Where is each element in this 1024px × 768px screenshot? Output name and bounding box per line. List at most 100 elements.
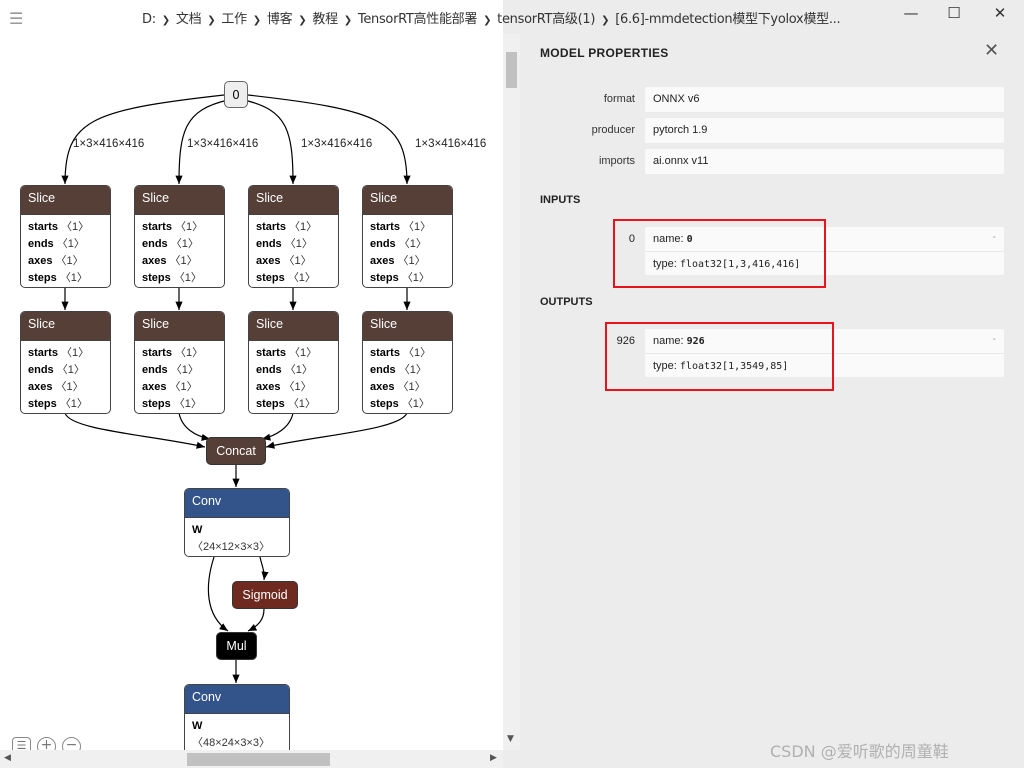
- title-bar: ☰ D: ❯ 文档 ❯ 工作 ❯ 博客 ❯ 教程 ❯ TensorRT高性能部署 ❯ tensorRT高…: [0, 0, 1024, 34]
- hamburger-icon[interactable]: ☰: [9, 9, 23, 28]
- breadcrumb-item[interactable]: 工作: [221, 12, 247, 27]
- attribute-name: ends: [28, 238, 54, 250]
- edge: [265, 412, 408, 449]
- property-value[interactable]: ai.onnx v11: [645, 149, 1004, 174]
- attribute-name: ends: [28, 364, 54, 376]
- property-value[interactable]: pytorch 1.9: [645, 118, 1004, 143]
- edge-label: 1×3×416×416: [187, 138, 259, 150]
- node-attribute: W 〈24×12×3×3〉: [192, 522, 282, 556]
- breadcrumb-item[interactable]: [6.6]-mmdetection模型下yolox模型...: [615, 12, 840, 27]
- attribute-value: 〈1〉: [173, 272, 202, 284]
- node-attributes: W 〈24×12×3×3〉B 〈24〉: [185, 517, 289, 557]
- attribute-value: 〈1〉: [284, 364, 313, 376]
- node-attribute: B 〈24〉: [192, 556, 282, 557]
- attribute-value: 〈1〉: [55, 381, 84, 393]
- conv-node[interactable]: ConvW 〈48×24×3×3〉B 〈48〉: [184, 684, 290, 750]
- node-title: Slice: [135, 312, 224, 340]
- node-attributes: starts 〈1〉 ends 〈1〉 axes 〈1〉 steps 〈1〉: [363, 340, 452, 413]
- chevron-right-icon: ❯: [483, 15, 492, 26]
- attribute-value: 〈48×24×3×3〉: [192, 737, 270, 749]
- node-attribute: axes 〈1〉: [256, 253, 331, 270]
- breadcrumb-item[interactable]: 文档: [176, 12, 202, 27]
- attribute-name: axes: [256, 255, 281, 267]
- attribute-name: steps: [256, 272, 285, 284]
- breadcrumb-item[interactable]: 博客: [267, 12, 293, 27]
- attribute-value: 〈1〉: [283, 381, 312, 393]
- node-attribute: steps 〈1〉: [142, 396, 217, 413]
- slice-node[interactable]: Slice starts 〈1〉 ends 〈1〉 axes 〈1〉 steps 〈1〉: [362, 185, 453, 288]
- breadcrumb-item[interactable]: 教程: [312, 12, 338, 27]
- scroll-down-icon[interactable]: ▼: [507, 734, 514, 744]
- node-attribute: axes 〈1〉: [370, 253, 445, 270]
- chevron-right-icon: ❯: [252, 15, 261, 26]
- attribute-name: steps: [256, 398, 285, 410]
- node-attribute: axes 〈1〉: [28, 379, 103, 396]
- zoom-out-icon[interactable]: −: [62, 737, 81, 750]
- zoom-in-icon[interactable]: +: [37, 737, 56, 750]
- slice-node[interactable]: Slice starts 〈1〉 ends 〈1〉 axes 〈1〉 steps 〈1〉: [20, 185, 111, 288]
- attribute-value: 〈1〉: [287, 398, 316, 410]
- attribute-value: 〈1〉: [61, 221, 90, 233]
- node-attribute: axes 〈1〉: [256, 379, 331, 396]
- sigmoid-node[interactable]: Sigmoid: [232, 581, 298, 609]
- watermark: CSDN @爱听歌的周童鞋: [770, 742, 949, 761]
- attribute-name: steps: [370, 398, 399, 410]
- node-attribute: steps 〈1〉: [142, 270, 217, 287]
- node-attribute: ends 〈1〉: [28, 236, 103, 253]
- slice-node[interactable]: Slice starts 〈1〉 ends 〈1〉 axes 〈1〉 steps 〈1〉: [134, 185, 225, 288]
- list-icon[interactable]: ☰: [12, 737, 31, 750]
- attribute-value: 〈1〉: [398, 238, 427, 250]
- concat-node[interactable]: Concat: [206, 437, 266, 465]
- close-window-button[interactable]: ✕: [985, 4, 1015, 22]
- node-attributes: starts 〈1〉 ends 〈1〉 axes 〈1〉 steps 〈1〉: [135, 340, 224, 413]
- edge: [178, 412, 211, 441]
- attribute-value: 〈1〉: [284, 238, 313, 250]
- minimize-button[interactable]: —: [896, 4, 926, 22]
- scroll-right-icon[interactable]: ▶: [490, 753, 497, 763]
- scrollbar-thumb[interactable]: [187, 753, 330, 766]
- scroll-left-icon[interactable]: ◀: [4, 753, 11, 763]
- node-attribute: starts 〈1〉: [370, 345, 445, 362]
- node-title: Slice: [135, 186, 224, 214]
- close-icon[interactable]: ✕: [984, 40, 999, 61]
- node-attribute: ends 〈1〉: [256, 236, 331, 253]
- vertical-scrollbar[interactable]: ▼: [503, 34, 520, 750]
- attribute-value: 〈1〉: [170, 364, 199, 376]
- edge: [64, 412, 206, 449]
- attribute-name: starts: [142, 221, 172, 233]
- property-label: imports: [598, 155, 635, 167]
- attribute-value: 〈1〉: [175, 221, 204, 233]
- node-attribute: starts 〈1〉: [142, 345, 217, 362]
- graph-canvas[interactable]: 0 1×3×416×416 1×3×416×416 1×3×416×416 1×…: [0, 0, 503, 750]
- maximize-button[interactable]: ☐: [939, 4, 969, 22]
- conv-node[interactable]: ConvW 〈24×12×3×3〉B 〈24〉: [184, 488, 290, 557]
- expand-toggle[interactable]: -: [992, 231, 996, 243]
- property-value[interactable]: ONNX v6: [645, 87, 1004, 112]
- slice-node[interactable]: Slice starts 〈1〉 ends 〈1〉 axes 〈1〉 steps 〈1〉: [362, 311, 453, 414]
- breadcrumb-item[interactable]: TensorRT高性能部署: [358, 12, 477, 27]
- scrollbar-thumb[interactable]: [506, 52, 517, 88]
- slice-node[interactable]: Slice starts 〈1〉 ends 〈1〉 axes 〈1〉 steps 〈1〉: [20, 311, 111, 414]
- breadcrumb-item[interactable]: D:: [142, 12, 156, 27]
- mul-node[interactable]: Mul: [216, 632, 257, 660]
- attribute-value: 〈1〉: [397, 381, 426, 393]
- attribute-value: 〈1〉: [397, 255, 426, 267]
- edge-label: 1×3×416×416: [415, 138, 487, 150]
- graph-input-node[interactable]: 0: [224, 81, 248, 108]
- attribute-name: W: [192, 720, 203, 732]
- attribute-value: 〈1〉: [169, 381, 198, 393]
- node-attribute: starts 〈1〉: [370, 219, 445, 236]
- slice-node[interactable]: Slice starts 〈1〉 ends 〈1〉 axes 〈1〉 steps 〈1〉: [134, 311, 225, 414]
- attribute-value: 〈1〉: [403, 221, 432, 233]
- attribute-name: axes: [28, 381, 53, 393]
- attribute-value: 〈24×12×3×3〉: [192, 541, 270, 553]
- expand-toggle[interactable]: -: [992, 333, 996, 345]
- breadcrumb-item[interactable]: tensorRT高级(1): [497, 12, 595, 27]
- attribute-value: 〈1〉: [287, 272, 316, 284]
- node-attribute: starts 〈1〉: [142, 219, 217, 236]
- attribute-name: axes: [256, 381, 281, 393]
- horizontal-scrollbar[interactable]: ◀ ▶: [0, 750, 503, 768]
- slice-node[interactable]: Slice starts 〈1〉 ends 〈1〉 axes 〈1〉 steps 〈1〉: [248, 185, 339, 288]
- node-attribute: starts 〈1〉: [256, 345, 331, 362]
- slice-node[interactable]: Slice starts 〈1〉 ends 〈1〉 axes 〈1〉 steps 〈1〉: [248, 311, 339, 414]
